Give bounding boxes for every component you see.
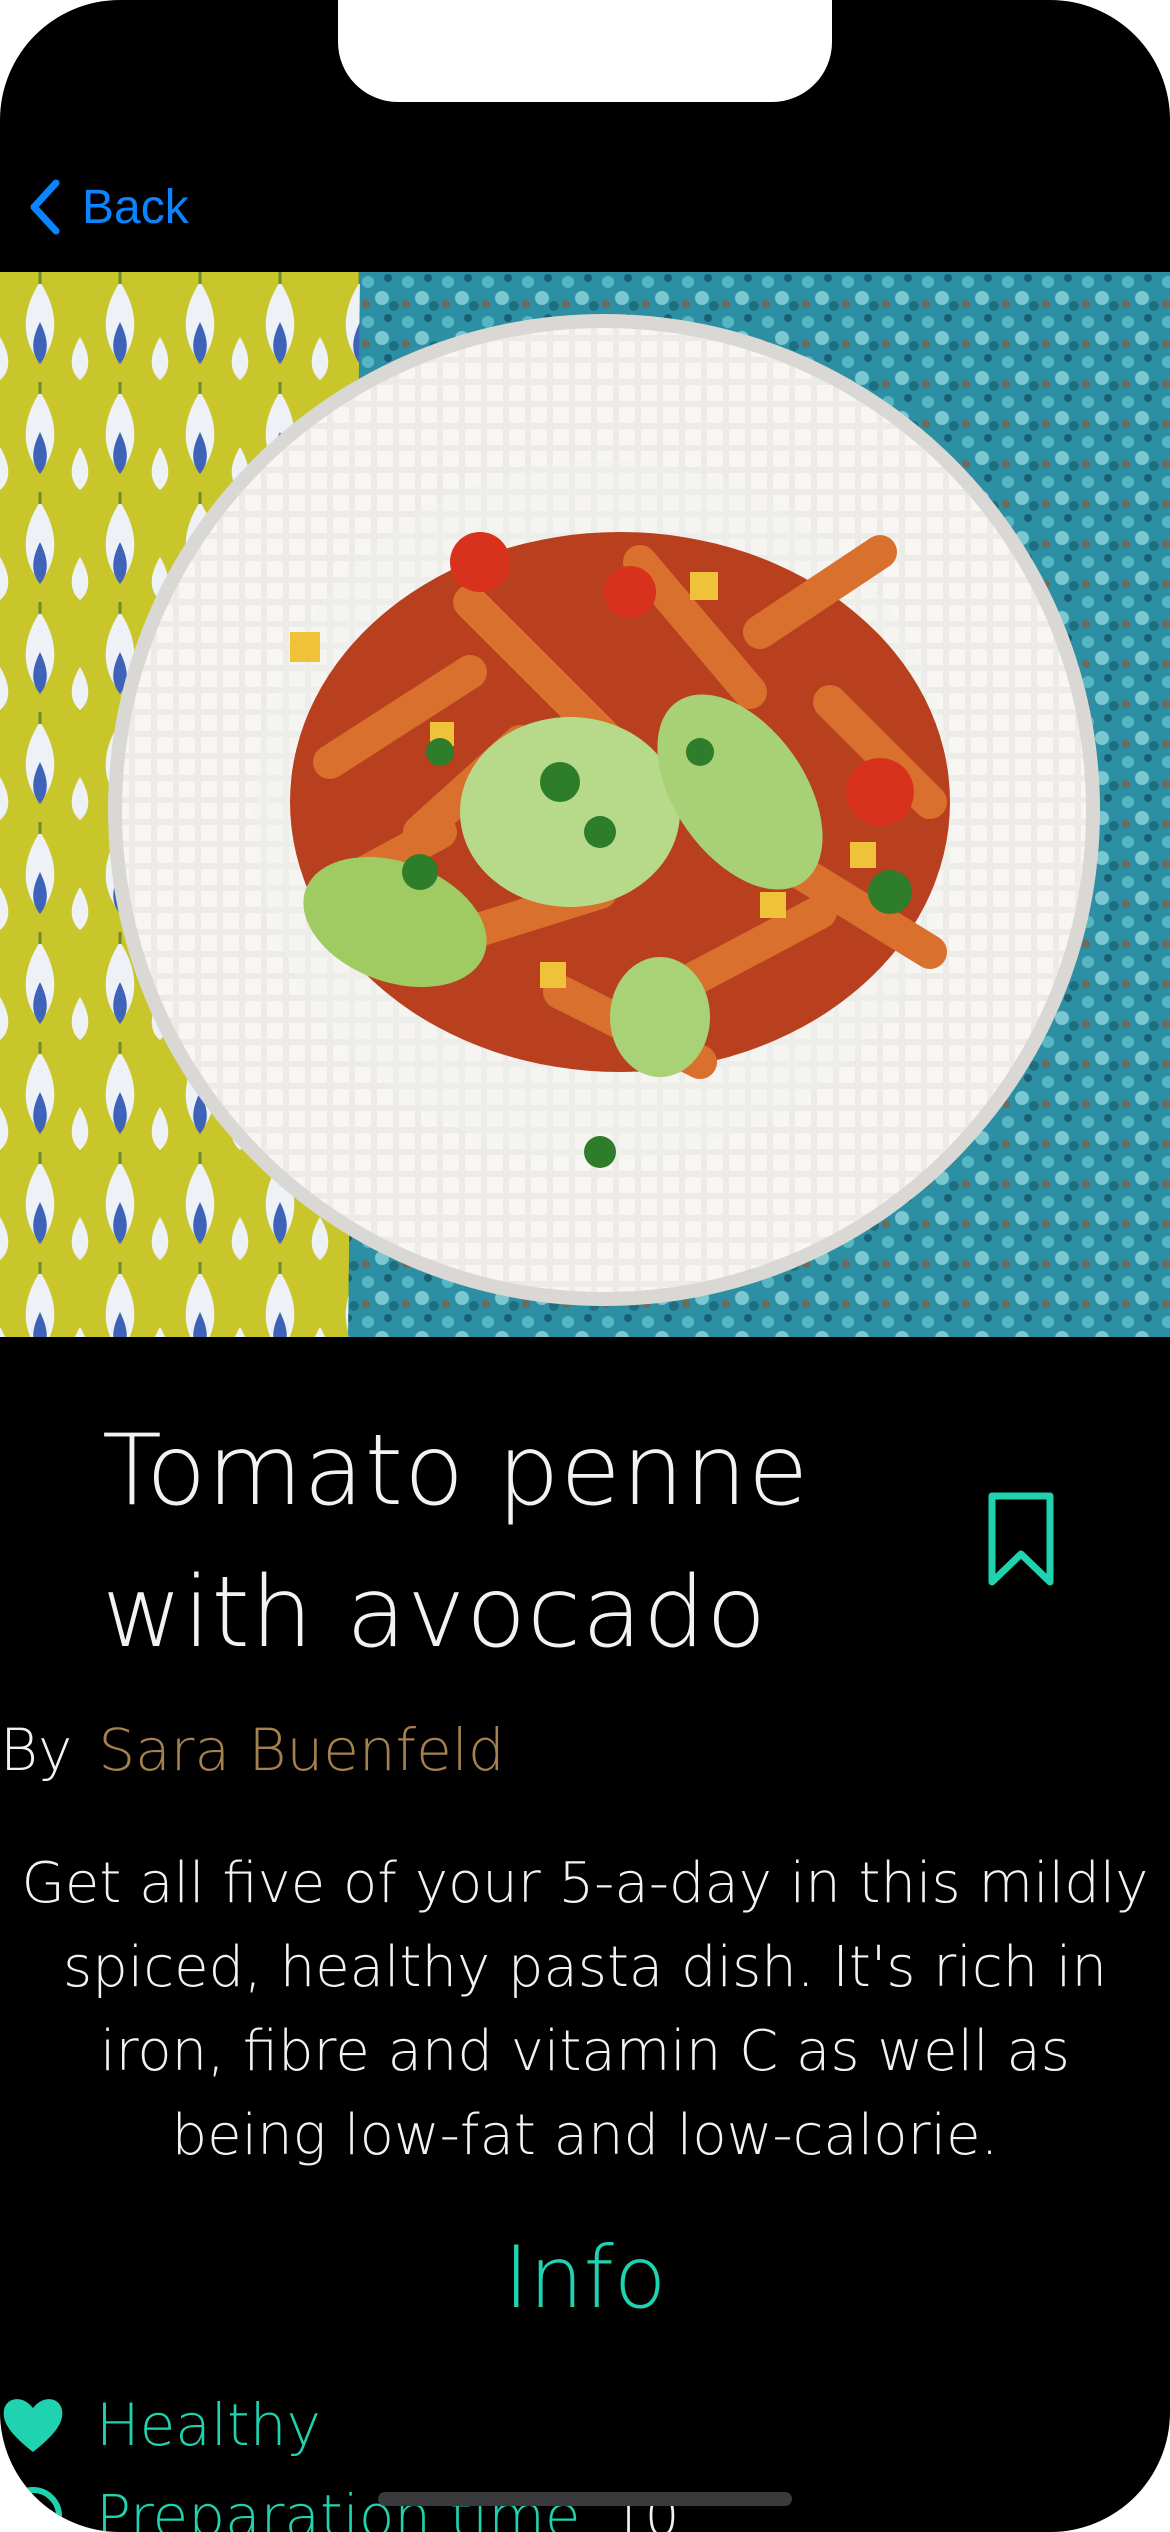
recipe-description: Get all five of your 5-a-day in this mil… <box>21 1851 1149 2168</box>
recipe-title: Tomato penne with avocado <box>102 1400 962 1684</box>
author-name[interactable]: Sara Buenfeld <box>98 1716 504 1784</box>
recipe-title-line-2: with avocado <box>102 1556 768 1670</box>
heart-icon <box>3 2399 63 2452</box>
phone-screen: Back Tomato penne with avocado By Sara B… <box>0 0 1170 2532</box>
back-button[interactable]: Back <box>24 172 189 242</box>
home-indicator[interactable] <box>378 2492 792 2506</box>
healthy-row: Healthy <box>0 2380 321 2470</box>
recipe-title-line-1: Tomato penne <box>102 1414 810 1528</box>
healthy-label: Healthy <box>96 2391 321 2459</box>
preparation-time-label: Preparation time <box>96 2482 581 2532</box>
clock-icon <box>4 2487 62 2532</box>
back-label: Back <box>82 180 189 234</box>
pasta-plate-image <box>0 272 1170 1337</box>
recipe-photo <box>0 272 1170 1337</box>
bookmark-icon <box>988 1492 1054 1586</box>
info-heading: Info <box>503 2228 667 2328</box>
device-notch <box>338 0 832 102</box>
chevron-left-icon <box>30 179 60 235</box>
by-label: By <box>0 1716 73 1784</box>
byline: By Sara Buenfeld <box>0 1710 505 1790</box>
bookmark-button[interactable] <box>986 1490 1056 1590</box>
